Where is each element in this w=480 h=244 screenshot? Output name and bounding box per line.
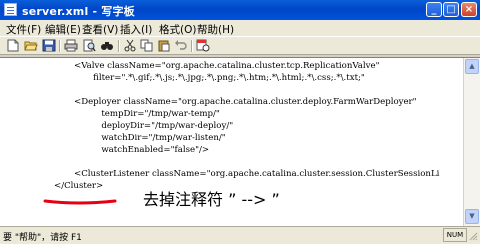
open-icon[interactable] (24, 39, 38, 52)
num-lock-indicator: NUM (443, 228, 467, 242)
document-line: <Deployer className="org.apache.catalina… (74, 97, 417, 107)
maximize-button[interactable]: □ (443, 2, 459, 17)
document-line: <ClusterListener className="org.apache.c… (74, 169, 440, 179)
minimize-button[interactable]: _ (426, 2, 442, 17)
new-icon[interactable] (6, 39, 20, 52)
paste-icon[interactable] (157, 39, 171, 52)
menu-file[interactable]: 文件(F) (6, 22, 41, 37)
menu-insert[interactable]: 插入(I) (120, 22, 152, 37)
scroll-up-button[interactable]: ▲ (465, 59, 479, 74)
document-line: watchEnabled="false"/> (74, 145, 210, 155)
close-button[interactable]: × (461, 2, 477, 17)
undo-icon[interactable] (174, 39, 188, 52)
status-bar: 要 "帮助"，请按 F1 NUM (0, 227, 480, 244)
annotation-text: 去掉注释符 ” --> ” (143, 190, 280, 209)
menu-help[interactable]: 帮助(H) (197, 22, 234, 37)
menu-view[interactable]: 查看(V) (82, 22, 118, 37)
title-bar[interactable]: server.xml - 写字板 _ □ × (0, 0, 480, 20)
document-line: <Valve className="org.apache.catalina.cl… (74, 61, 380, 71)
print-preview-icon[interactable] (82, 39, 96, 52)
document-line: deployDir="/tmp/war-deploy/" (74, 121, 234, 131)
toolbar-separator (59, 40, 61, 52)
save-icon[interactable] (42, 39, 56, 52)
toolbar (0, 36, 480, 55)
red-underline-mark (43, 199, 117, 205)
toolbar-separator (191, 40, 193, 52)
document-line: tempDir="/tmp/war-temp/" (74, 109, 220, 119)
date-time-icon[interactable] (196, 39, 210, 52)
wordpad-window: server.xml - 写字板 _ □ × 文件(F) 编辑(E) 查看(V)… (0, 0, 480, 244)
vertical-scrollbar[interactable]: ▲ ▼ (463, 58, 480, 226)
find-icon[interactable] (100, 39, 114, 52)
toolbar-separator (118, 40, 120, 52)
status-text: 要 "帮助"，请按 F1 (3, 233, 82, 243)
menu-bar: 文件(F) 编辑(E) 查看(V) 插入(I) 格式(O) 帮助(H) (0, 20, 480, 36)
document-editor[interactable]: <Valve className="org.apache.catalina.cl… (0, 58, 463, 226)
window-title: server.xml - 写字板 (22, 5, 135, 18)
menu-format[interactable]: 格式(O) (159, 22, 196, 37)
scroll-down-button[interactable]: ▼ (465, 209, 479, 224)
document-line: filter=".*\.gif;.*\.js;.*\.jpg;.*\.png;.… (74, 73, 365, 83)
resize-grip-icon[interactable] (468, 231, 478, 241)
document-line: watchDir="/tmp/war-listen/" (74, 133, 226, 143)
document-line: </Cluster> (54, 181, 104, 191)
copy-icon[interactable] (140, 39, 154, 52)
cut-icon[interactable] (123, 39, 137, 52)
menu-edit[interactable]: 编辑(E) (45, 22, 81, 37)
wordpad-app-icon[interactable] (4, 3, 17, 16)
print-icon[interactable] (64, 39, 78, 52)
